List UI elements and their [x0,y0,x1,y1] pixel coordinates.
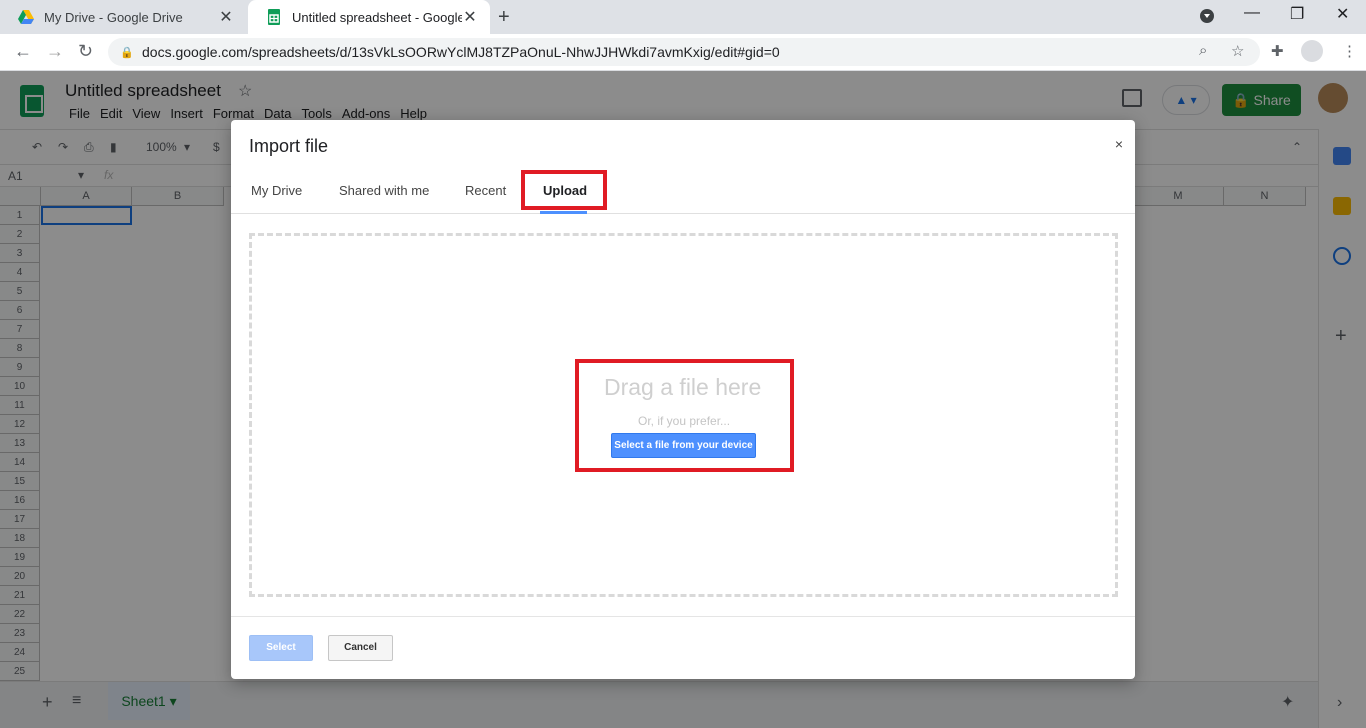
google-sheets-icon [268,9,280,25]
new-tab-icon[interactable]: + [498,6,510,29]
forward-icon[interactable]: → [46,41,64,62]
tab-shared-with-me[interactable]: Shared with me [339,183,429,198]
zoom-search-icon[interactable]: ⌕ [1199,42,1207,59]
minimize-icon[interactable]: — [1244,4,1260,22]
dialog-title: Import file [249,136,329,156]
chrome-menu-icon[interactable]: ⋮ [1342,42,1357,60]
maximize-icon[interactable]: ❐ [1290,4,1304,24]
lock-icon: 🔒 [120,46,134,59]
import-file-dialog: Import file × My Drive Shared with me Re… [231,120,1135,679]
tab-recent[interactable]: Recent [465,183,506,198]
browser-toolbar: ← → ↻ 🔒 docs.google.com/spreadsheets/d/1… [0,34,1366,71]
profile-menu-icon[interactable] [1199,8,1215,29]
address-bar[interactable]: 🔒 docs.google.com/spreadsheets/d/13sVkLs… [108,38,1260,66]
extensions-icon[interactable]: ✚ [1271,42,1284,60]
close-tab-icon[interactable]: ✕ [462,7,478,27]
profile-avatar-icon[interactable] [1301,40,1323,62]
upload-tab-highlight [521,170,607,210]
drag-file-text: Drag a file here [604,374,762,400]
cancel-button[interactable]: Cancel [328,635,393,661]
browser-tab-title: My Drive - Google Drive [44,9,183,25]
close-tab-icon[interactable]: ✕ [218,7,234,27]
reload-icon[interactable]: ↻ [78,41,93,62]
browser-tab-drive[interactable]: My Drive - Google Drive ✕ [0,0,246,34]
close-icon[interactable]: × [1115,136,1123,152]
browser-tab-title: Untitled spreadsheet - Google Sh [292,9,462,25]
select-button[interactable]: Select [249,635,313,661]
url-text: docs.google.com/spreadsheets/d/13sVkLsOO… [142,44,780,60]
browser-tabstrip: My Drive - Google Drive ✕ Untitled sprea… [0,0,1366,34]
google-drive-icon [18,10,34,24]
browser-tab-sheets[interactable]: Untitled spreadsheet - Google Sh ✕ [248,0,490,34]
bookmark-star-icon[interactable]: ☆ [1231,42,1244,60]
active-tab-indicator [540,211,587,214]
window-close-icon[interactable]: ✕ [1336,4,1349,24]
back-icon[interactable]: ← [14,41,32,62]
prefer-text: Or, if you prefer... [638,414,731,428]
select-from-device-button[interactable]: Select a file from your device [611,433,756,458]
tab-my-drive[interactable]: My Drive [251,183,302,198]
dialog-footer: Select Cancel [231,616,1135,679]
dialog-tabs: My Drive Shared with me Recent Upload [231,172,1135,214]
